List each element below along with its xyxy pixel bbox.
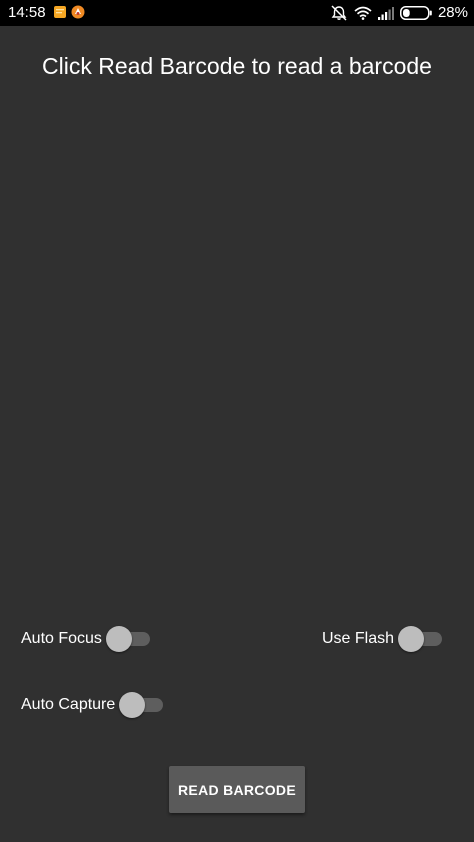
switch-thumb	[119, 692, 146, 718]
auto-focus-switch[interactable]	[105, 625, 152, 653]
switch-thumb	[398, 626, 425, 652]
battery-percentage: 28%	[437, 4, 468, 21]
signal-icon	[377, 6, 394, 20]
auto-capture-row: Auto Capture	[21, 691, 165, 719]
note-icon	[53, 5, 67, 19]
wifi-icon	[354, 6, 372, 20]
status-bar: 14:58 28%	[0, 0, 474, 26]
auto-focus-label: Auto Focus	[21, 630, 102, 647]
instruction-title: Click Read Barcode to read a barcode	[42, 53, 432, 79]
switch-thumb	[105, 626, 132, 652]
use-flash-label: Use Flash	[322, 630, 395, 647]
use-flash-row: Use Flash	[322, 625, 444, 653]
status-time: 14:58	[8, 4, 46, 21]
auto-capture-switch[interactable]	[119, 691, 165, 719]
do-not-disturb-icon	[330, 5, 348, 21]
read-barcode-button[interactable]: READ BARCODE	[169, 766, 305, 813]
battery-icon	[399, 6, 432, 20]
auto-capture-label: Auto Capture	[21, 696, 116, 713]
use-flash-switch[interactable]	[398, 625, 444, 653]
auto-focus-row: Auto Focus	[21, 625, 152, 653]
app-notification-icon	[71, 5, 85, 19]
status-icons: 28%	[324, 0, 468, 26]
